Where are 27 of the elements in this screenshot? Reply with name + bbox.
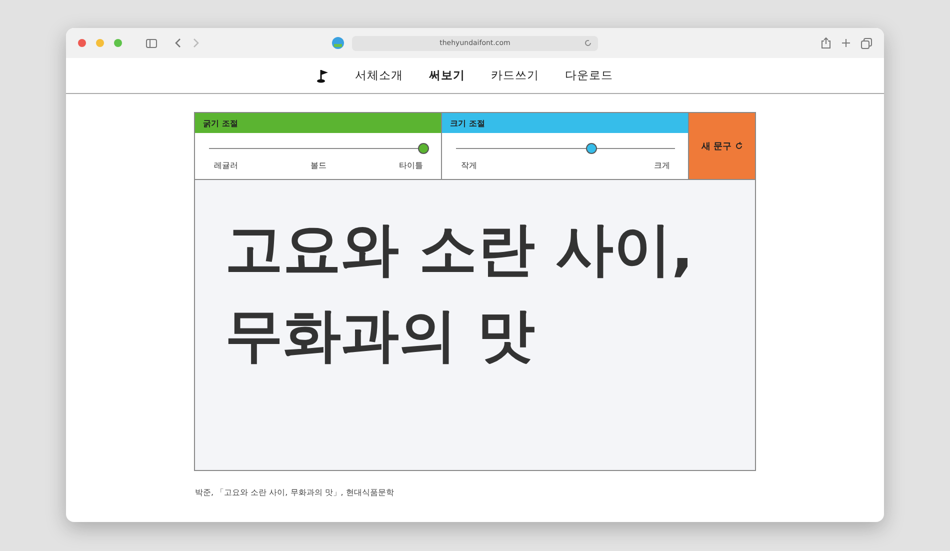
source-caption: 박준, 「고요와 소란 사이, 무화과의 맛」, 현대식품문학 <box>195 487 395 498</box>
control-header: 굵기 조절 <box>195 113 441 133</box>
new-tab-icon[interactable] <box>841 38 851 48</box>
slider-thumb[interactable] <box>586 143 597 154</box>
slider-label: 크게 <box>654 160 670 171</box>
nav-link[interactable]: 써보기 <box>429 68 465 83</box>
flag-logo-icon[interactable] <box>317 68 329 82</box>
back-icon[interactable] <box>175 38 182 48</box>
control-header: 크기 조절 <box>442 113 688 133</box>
slider-label: 작게 <box>461 160 477 171</box>
nav-link[interactable]: 다운로드 <box>565 68 613 83</box>
new-phrase-button[interactable]: 새 문구 <box>689 113 755 179</box>
tabs-overview-icon[interactable] <box>861 38 872 48</box>
slider-label: 타이틀 <box>399 160 423 171</box>
preview-text: 무화과의 맛 <box>225 300 536 371</box>
slider-label: 볼드 <box>310 160 326 171</box>
preview-text: 고요와 소란 사이, <box>225 214 694 285</box>
site-favicon <box>332 37 344 49</box>
nav-link[interactable]: 카드쓰기 <box>491 68 539 83</box>
nav-link[interactable]: 서체소개 <box>355 68 403 83</box>
slider-thumb[interactable] <box>418 143 429 154</box>
reload-icon[interactable] <box>584 39 592 47</box>
sidebar-icon[interactable] <box>146 38 157 48</box>
refresh-icon <box>734 142 743 150</box>
close-window-button[interactable] <box>78 39 86 47</box>
share-icon[interactable] <box>821 37 831 49</box>
slider-label: 레귤러 <box>214 160 238 171</box>
